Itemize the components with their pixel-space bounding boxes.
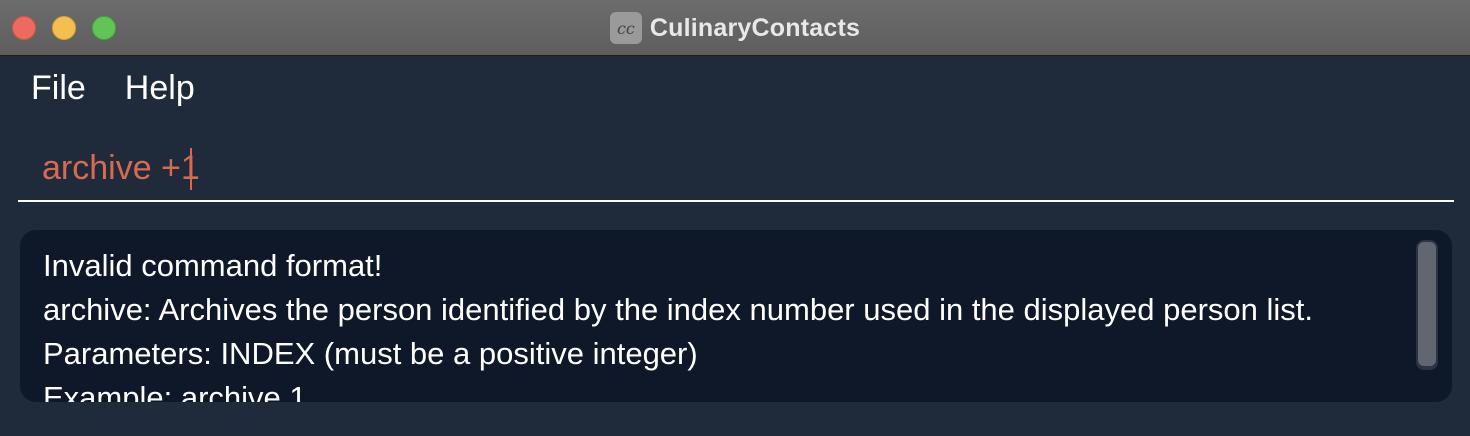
result-display: Invalid command format! archive: Archives… — [20, 230, 1452, 402]
command-box — [18, 134, 1454, 202]
result-text: Invalid command format! archive: Archives… — [43, 244, 1423, 402]
result-scrollbar-thumb[interactable] — [1418, 242, 1436, 366]
result-line-2: archive: Archives the person identified … — [43, 292, 1314, 327]
title-bar[interactable]: cc CulinaryContacts — [0, 0, 1470, 56]
command-input[interactable] — [42, 144, 1432, 192]
text-caret — [190, 148, 192, 190]
result-scrollbar[interactable] — [1416, 240, 1438, 370]
app-window: cc CulinaryContacts File Help Invalid co… — [0, 0, 1470, 436]
menu-file[interactable]: File — [31, 69, 86, 108]
menu-bar: File Help — [0, 57, 1470, 119]
window-title-group: cc CulinaryContacts — [0, 0, 1470, 56]
menu-help[interactable]: Help — [125, 69, 195, 108]
result-line-1: Invalid command format! — [43, 248, 383, 283]
app-logo-icon: cc — [609, 12, 642, 44]
result-line-3: Parameters: INDEX (must be a positive in… — [43, 336, 698, 371]
result-line-4: Example: archive 1 — [43, 380, 307, 402]
window-title: CulinaryContacts — [649, 13, 861, 42]
